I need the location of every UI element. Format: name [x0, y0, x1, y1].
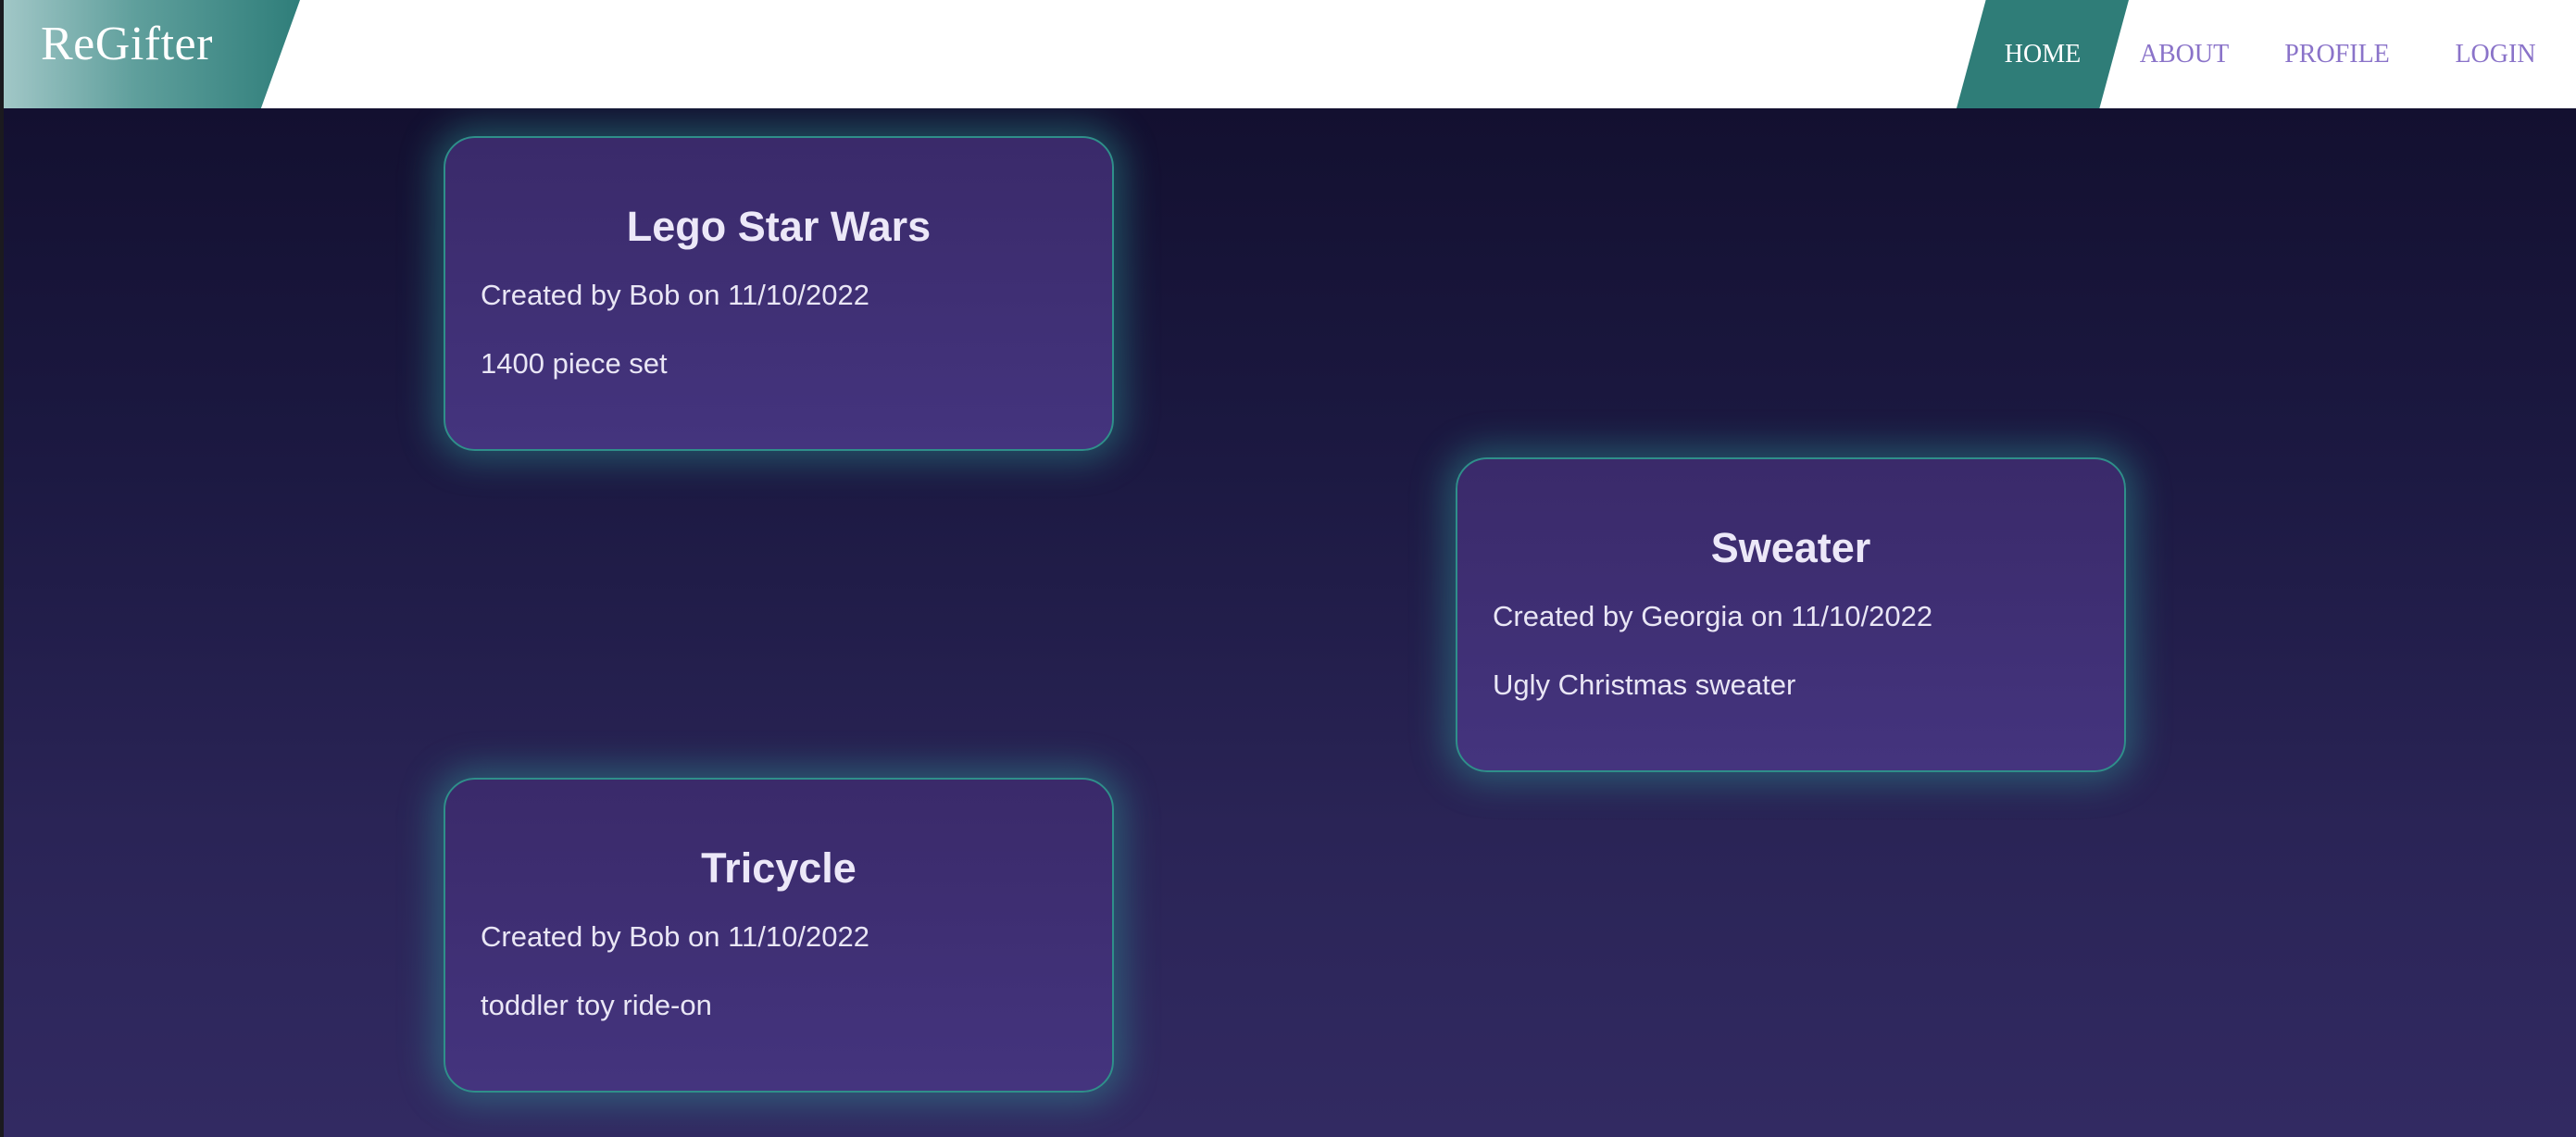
brand-logo[interactable]: ReGifter: [0, 0, 300, 108]
gift-description: toddler toy ride-on: [481, 989, 712, 1021]
gift-title: Lego Star Wars: [626, 203, 932, 250]
gift-meta: Created by Bob on 11/10/2022: [481, 920, 869, 953]
gift-list: Lego Star Wars Created by Bob on 11/10/2…: [0, 108, 2576, 1137]
brand-name[interactable]: ReGifter: [41, 17, 213, 71]
gift-title: Sweater: [1710, 524, 1871, 571]
gift-meta: Created by Bob on 11/10/2022: [481, 279, 869, 311]
gift-card[interactable]: Sweater Created by Georgia on 11/10/2022…: [1456, 457, 2126, 772]
gift-description: 1400 piece set: [481, 347, 668, 380]
gift-description: Ugly Christmas sweater: [1493, 668, 1796, 701]
nav-profile-link[interactable]: PROFILE: [2263, 0, 2411, 108]
nav-about-link[interactable]: ABOUT: [2120, 0, 2249, 108]
gift-title: Tricycle: [701, 844, 857, 892]
window-left-edge: [0, 0, 4, 1137]
gift-card[interactable]: Tricycle Created by Bob on 11/10/2022 to…: [444, 778, 1114, 1093]
nav-login-link[interactable]: LOGIN: [2433, 0, 2557, 108]
nav-home-link[interactable]: HOME: [1957, 0, 2129, 108]
top-navbar: ReGifter HOME ABOUT PROFILE LOGIN: [0, 0, 2576, 108]
gift-card[interactable]: Lego Star Wars Created by Bob on 11/10/2…: [444, 136, 1114, 451]
gift-meta: Created by Georgia on 11/10/2022: [1493, 600, 1933, 632]
